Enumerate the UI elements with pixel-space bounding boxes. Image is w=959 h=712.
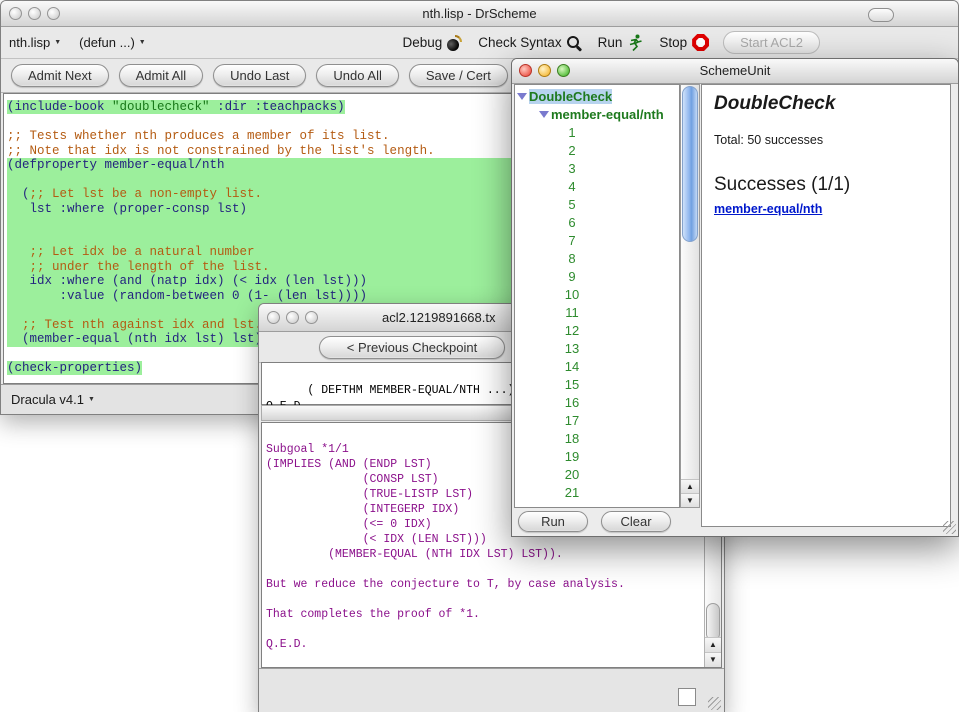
desktop: nth.lisp - DrScheme nth.lisp (defun ...)…: [0, 0, 959, 712]
stop-icon: [692, 34, 709, 51]
window-title: nth.lisp - DrScheme: [1, 6, 958, 21]
successes-heading: Successes (1/1): [714, 174, 938, 196]
tree-item-10[interactable]: 10: [515, 285, 679, 303]
window-title: SchemeUnit: [512, 63, 958, 78]
tree-item-12[interactable]: 12: [515, 321, 679, 339]
tree-item-20[interactable]: 20: [515, 465, 679, 483]
chevron-down-icon: [88, 396, 95, 403]
tree-item-8[interactable]: 8: [515, 249, 679, 267]
tree-item-member-equal-nth[interactable]: member-equal/nth: [515, 105, 679, 123]
scroll-down-arrow[interactable]: ▼: [705, 652, 721, 667]
report-total: Total: 50 successes: [714, 133, 938, 147]
dracula-button-undo-all[interactable]: Undo All: [316, 64, 398, 87]
tree-item-14[interactable]: 14: [515, 357, 679, 375]
test-result-link[interactable]: member-equal/nth: [714, 202, 822, 216]
resize-grip[interactable]: [708, 697, 721, 710]
report-heading: DoubleCheck: [714, 93, 938, 115]
dracula-button-admit-next[interactable]: Admit Next: [11, 64, 109, 87]
tree-item-13[interactable]: 13: [515, 339, 679, 357]
drscheme-titlebar[interactable]: nth.lisp - DrScheme: [1, 1, 958, 27]
test-report-panel: DoubleCheck Total: 50 successes Successe…: [701, 84, 951, 527]
scroll-up-arrow[interactable]: ▲: [681, 479, 699, 493]
expander-triangle-icon[interactable]: [539, 111, 549, 118]
expander-triangle-icon[interactable]: [517, 93, 527, 100]
run-tests-button[interactable]: Run: [518, 511, 588, 532]
tree-item-11[interactable]: 11: [515, 303, 679, 321]
dracula-button-undo-last[interactable]: Undo Last: [213, 64, 306, 87]
tree-item-9[interactable]: 9: [515, 267, 679, 285]
scroll-up-arrow[interactable]: ▲: [705, 637, 721, 652]
defun-dropdown[interactable]: (defun ...): [79, 35, 146, 50]
start-acl2-button[interactable]: Start ACL2: [723, 31, 820, 54]
schemeunit-titlebar[interactable]: SchemeUnit: [512, 59, 958, 84]
chevron-down-icon: [54, 39, 61, 46]
zoom-button[interactable]: [305, 311, 318, 324]
vertical-scrollbar[interactable]: ▲ ▼: [680, 84, 700, 508]
resize-grip[interactable]: [943, 521, 956, 534]
close-button[interactable]: [267, 311, 280, 324]
test-tree[interactable]: DoubleCheckmember-equal/nth1234567891011…: [514, 84, 680, 508]
check-syntax-button[interactable]: Check Syntax: [478, 35, 581, 50]
scrollbar-arrows: ▲ ▼: [681, 479, 699, 507]
toolbar-actions: Debug Check Syntax Run Stop: [386, 27, 820, 58]
file-dropdown[interactable]: nth.lisp: [9, 35, 61, 50]
tree-item-16[interactable]: 16: [515, 393, 679, 411]
debug-button[interactable]: Debug: [402, 35, 462, 51]
scrollbar-thumb[interactable]: [706, 603, 720, 641]
schemeunit-window: SchemeUnit DoubleCheckmember-equal/nth12…: [511, 58, 959, 537]
schemeunit-buttons: Run Clear: [518, 511, 671, 532]
run-button[interactable]: Run: [598, 34, 644, 52]
minimize-button[interactable]: [286, 311, 299, 324]
tree-item-18[interactable]: 18: [515, 429, 679, 447]
tree-item-17[interactable]: 17: [515, 411, 679, 429]
tree-item-21[interactable]: 21: [515, 483, 679, 501]
tree-item-4[interactable]: 4: [515, 177, 679, 195]
dracula-version-dropdown[interactable]: Dracula v4.1: [11, 392, 95, 407]
scrollbar-thumb[interactable]: [682, 86, 698, 242]
tree-item-5[interactable]: 5: [515, 195, 679, 213]
stop-button[interactable]: Stop: [659, 34, 709, 51]
tree-item-15[interactable]: 15: [515, 375, 679, 393]
toolbar-toggle-button[interactable]: [868, 8, 894, 22]
dracula-button-save-cert[interactable]: Save / Cert: [409, 64, 508, 87]
clear-button[interactable]: Clear: [601, 511, 671, 532]
tree-item-1[interactable]: 1: [515, 123, 679, 141]
previous-checkpoint-button[interactable]: < Previous Checkpoint: [319, 336, 505, 359]
dracula-button-admit-all[interactable]: Admit All: [119, 64, 204, 87]
search-icon: [567, 35, 582, 50]
window-controls: [267, 311, 318, 324]
tree-item-19[interactable]: 19: [515, 447, 679, 465]
acl2-bottom-bar: [259, 668, 724, 712]
scroll-down-arrow[interactable]: ▼: [681, 493, 699, 507]
main-toolbar: nth.lisp (defun ...) Debug Check Syntax …: [1, 27, 958, 59]
chevron-down-icon: [139, 39, 146, 46]
tree-item-3[interactable]: 3: [515, 159, 679, 177]
tree-item-6[interactable]: 6: [515, 213, 679, 231]
tree-item-2[interactable]: 2: [515, 141, 679, 159]
bomb-icon: [447, 35, 462, 51]
bottom-checkbox[interactable]: [678, 688, 696, 706]
tree-item-doublecheck[interactable]: DoubleCheck: [515, 87, 679, 105]
runner-icon: [627, 34, 643, 52]
tree-item-7[interactable]: 7: [515, 231, 679, 249]
scrollbar-arrows: ▲ ▼: [705, 637, 721, 667]
